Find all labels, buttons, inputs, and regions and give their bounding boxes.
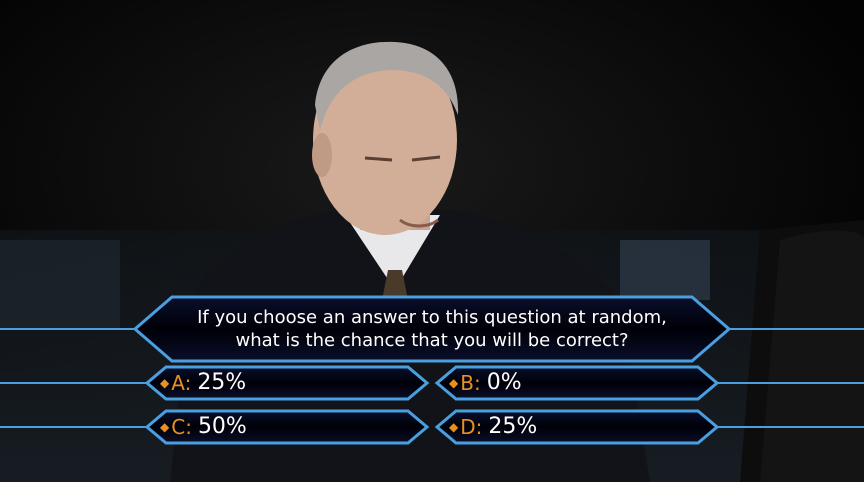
question-line-2: what is the chance that you will be corr… (235, 330, 629, 351)
answer-d[interactable]: ◆ D: 25% (449, 414, 537, 439)
diamond-icon: ◆ (449, 419, 459, 434)
answer-a[interactable]: ◆ A: 25% (160, 370, 246, 395)
answer-text: 25% (488, 414, 538, 439)
answer-text: 25% (197, 370, 247, 395)
answer-letter: A: (171, 370, 192, 395)
answer-letter: C: (171, 414, 192, 439)
answer-text: 0% (486, 370, 522, 395)
question-line-1: If you choose an answer to this question… (197, 307, 667, 328)
answer-letter: D: (460, 414, 483, 439)
diamond-icon: ◆ (160, 419, 170, 434)
answer-b[interactable]: ◆ B: 0% (449, 370, 522, 395)
diamond-icon: ◆ (160, 375, 170, 390)
studio-scene (0, 0, 864, 482)
answer-text: 50% (197, 414, 247, 439)
answer-letter: B: (460, 370, 481, 395)
answer-c[interactable]: ◆ C: 50% (160, 414, 247, 439)
diamond-icon: ◆ (449, 375, 459, 390)
